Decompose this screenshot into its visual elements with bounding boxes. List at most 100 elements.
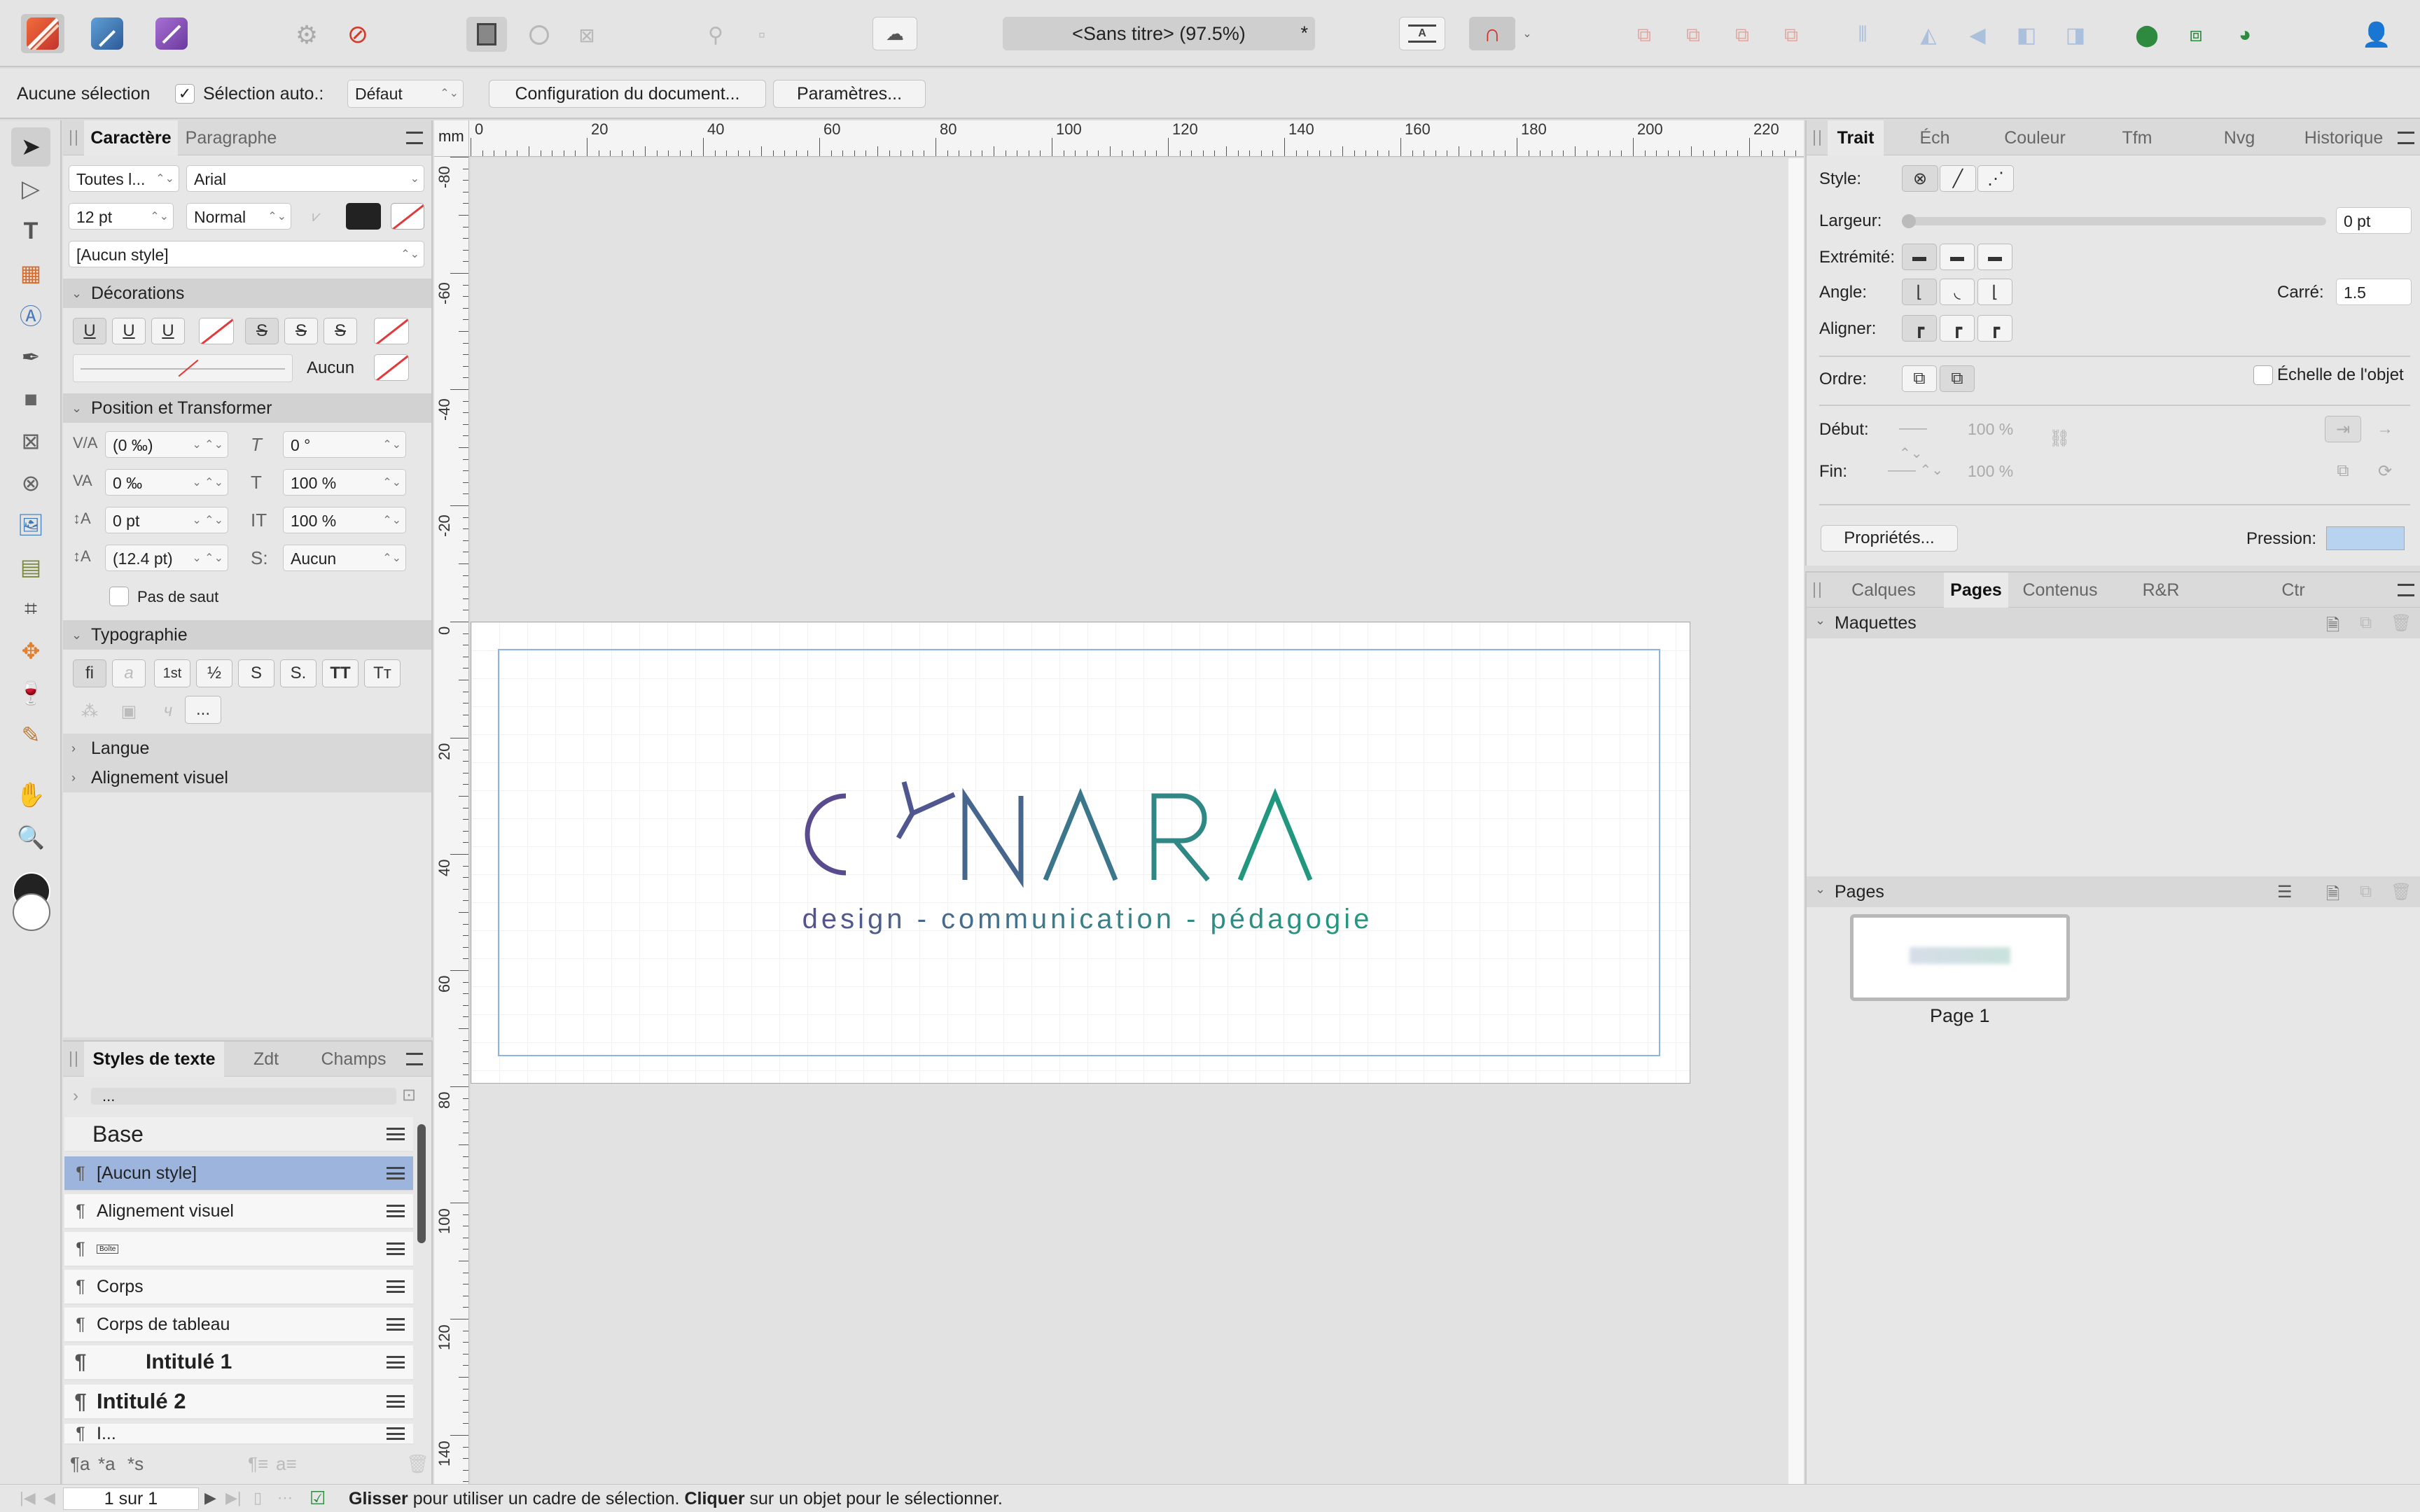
join-miter-icon[interactable]: ⌊	[1902, 279, 1937, 305]
small-caps-button[interactable]: Tт	[364, 659, 401, 687]
publisher-persona-icon[interactable]	[150, 14, 193, 53]
arrange-backward-icon[interactable]: ⧉	[1678, 20, 1709, 50]
style-item-menu-icon[interactable]	[387, 1205, 405, 1217]
contextual-alternates-icon[interactable]: ▣	[112, 697, 146, 725]
page-counter[interactable]: 1 sur 1	[63, 1488, 199, 1510]
boolean-subtract-icon[interactable]: ⧈	[2179, 18, 2213, 52]
cap-butt-icon[interactable]: ▬	[1902, 244, 1937, 270]
table-fill-tool-icon[interactable]: ▤	[11, 547, 50, 587]
style-item-no-style[interactable]: ¶ [Aucun style]	[64, 1156, 413, 1191]
view-mode-circle-icon[interactable]	[524, 20, 555, 50]
subscript-button[interactable]: S.	[280, 659, 317, 687]
tab-navigator[interactable]: Nvg	[2190, 120, 2288, 155]
leading-field[interactable]: (12.4 pt) ⌄ ⌃⌄	[105, 545, 228, 571]
stroke-grip-icon[interactable]	[1814, 130, 1821, 146]
tab-find-replace[interactable]: R&R	[2112, 573, 2210, 608]
color-well-icon[interactable]	[11, 872, 52, 935]
picture-frame-tool-icon[interactable]: ⊠	[11, 421, 50, 461]
order-behind-icon[interactable]: ⧉	[1902, 365, 1937, 392]
style-item-table-body[interactable]: ¶ Corps de tableau	[64, 1308, 413, 1343]
crop-tool-icon[interactable]: ⌗	[11, 589, 50, 629]
preferences-button[interactable]: Paramètres...	[773, 80, 926, 108]
previous-page-icon[interactable]: ◀	[43, 1489, 55, 1507]
zoom-tool-icon[interactable]: 🔍	[11, 818, 50, 857]
style-item-menu-icon[interactable]	[387, 1356, 405, 1368]
stylistic-set-icon[interactable]: ⁂	[73, 697, 106, 725]
ligature-button[interactable]: fi	[73, 659, 106, 687]
tab-swatches[interactable]: Éch	[1888, 120, 1982, 155]
panel-menu-icon[interactable]	[406, 132, 423, 144]
strikethrough-double-icon[interactable]: S	[284, 318, 318, 344]
typography-section[interactable]: ⌄ Typographie	[63, 620, 431, 650]
tab-paragraph[interactable]: Paragraphe	[182, 120, 280, 155]
text-background-color-swatch[interactable]	[391, 203, 424, 230]
start-scale-value[interactable]: 100 %	[1968, 420, 2013, 439]
tab-pages[interactable]: Pages	[1944, 573, 2008, 608]
all-caps-button[interactable]: TT	[322, 659, 359, 687]
new-group-style-icon[interactable]: *s	[127, 1453, 144, 1475]
baseline-field[interactable]: 0 pt ⌄ ⌃⌄	[105, 507, 228, 533]
styles-grip-icon[interactable]	[70, 1051, 77, 1067]
tab-text-wrap[interactable]: Zdt	[231, 1042, 301, 1077]
rotate-right-icon[interactable]: ◨	[2060, 20, 2091, 50]
page-more-icon[interactable]: ⋯	[277, 1489, 293, 1507]
tab-color[interactable]: Couleur	[1986, 120, 2084, 155]
auto-select-checkbox[interactable]: ✓	[175, 84, 195, 104]
decorations-section[interactable]: ⌄ Décorations	[63, 279, 431, 308]
color-picker-tool-icon[interactable]: ✎	[11, 715, 50, 755]
font-style-select[interactable]: Normal ⌃⌄	[186, 203, 291, 230]
text-fill-color-swatch[interactable]	[346, 203, 381, 230]
styles-filter-field[interactable]: ...	[91, 1088, 396, 1105]
page-spread[interactable]: design - communication - pédagogie	[471, 622, 1690, 1084]
position-transform-section[interactable]: ⌄ Position et Transformer	[63, 393, 431, 423]
preview-mode-icon[interactable]	[466, 17, 507, 52]
hand-tool-icon[interactable]: ✋	[11, 776, 50, 815]
pages-header[interactable]: ⌄ Pages ☰ 🗎 ⧉ 🗑	[1807, 876, 2420, 907]
tab-transform[interactable]: Tfm	[2088, 120, 2186, 155]
style-item-menu-icon[interactable]	[387, 1242, 405, 1255]
flip-horizontal-icon[interactable]: ◭	[1913, 20, 1944, 50]
fill-tool-icon[interactable]: ✥	[11, 631, 50, 671]
tab-fields[interactable]: Champs	[308, 1042, 399, 1077]
pen-tool-icon[interactable]: ✒	[11, 337, 50, 377]
visual-alignment-section[interactable]: › Alignement visuel	[63, 763, 431, 792]
styles-menu-icon[interactable]	[406, 1053, 423, 1065]
ordinal-button[interactable]: 1st	[154, 659, 190, 687]
no-break-checkbox[interactable]	[109, 587, 129, 606]
style-item-heading-2[interactable]: ¶ Intitulé 2	[64, 1385, 413, 1420]
tab-layers[interactable]: Calques	[1828, 573, 1940, 608]
stroke-menu-icon[interactable]	[2398, 132, 2414, 144]
transparency-tool-icon[interactable]: 🍷	[11, 673, 50, 713]
underline-word-icon[interactable]: U	[151, 318, 185, 344]
pressure-curve-swatch[interactable]	[2326, 526, 2405, 550]
next-page-icon[interactable]: ▶	[204, 1489, 216, 1507]
style-item-visual-alignment[interactable]: ¶ Alignement visuel	[64, 1194, 413, 1229]
superscript-button[interactable]: S	[238, 659, 274, 687]
snapping-icon[interactable]: ⊘	[340, 17, 375, 52]
masters-header[interactable]: ⌄ Maquettes 🗎 ⧉ 🗑	[1807, 608, 2420, 638]
arrow-swap-icon[interactable]: ⇥	[2325, 416, 2361, 442]
cap-round-icon[interactable]: ▬	[1940, 244, 1975, 270]
arrow-link-icon[interactable]: ⛓	[2049, 428, 2070, 449]
decoration-line-preview[interactable]	[73, 354, 293, 382]
stroke-none-icon[interactable]: ⊗	[1902, 165, 1938, 192]
shear-field[interactable]: 0 ° ⌃⌄	[283, 431, 406, 458]
add-page-icon[interactable]: 🗎	[2326, 882, 2339, 911]
pages-grip-icon[interactable]	[1814, 582, 1821, 598]
artistic-text-tool-icon[interactable]: Ⓐ	[11, 295, 50, 335]
style-item-base[interactable]: Base	[64, 1117, 413, 1152]
arrow-position-icon[interactable]: →	[2367, 416, 2403, 442]
style-item-menu-icon[interactable]	[387, 1395, 405, 1408]
swash-button[interactable]: a	[112, 659, 146, 687]
discretionary-ligature-icon[interactable]: ч	[151, 697, 185, 725]
duplicate-master-icon[interactable]: ⧉	[2360, 613, 2372, 633]
strikethrough-single-icon[interactable]: S	[245, 318, 279, 344]
align-outside-icon[interactable]: ┏	[1977, 315, 2012, 342]
tracking-field[interactable]: 0 ‰ ⌄ ⌃⌄	[105, 469, 228, 496]
arrange-front-icon[interactable]: ⧉	[1776, 20, 1807, 50]
underline-color-swatch[interactable]	[199, 318, 234, 344]
horizontal-scale-field[interactable]: 100 % ⌃⌄	[283, 507, 406, 533]
rotate-left-icon[interactable]: ◧	[2011, 20, 2042, 50]
style-item-menu-icon[interactable]	[387, 1427, 405, 1440]
style-item-menu-icon[interactable]	[387, 1318, 405, 1331]
